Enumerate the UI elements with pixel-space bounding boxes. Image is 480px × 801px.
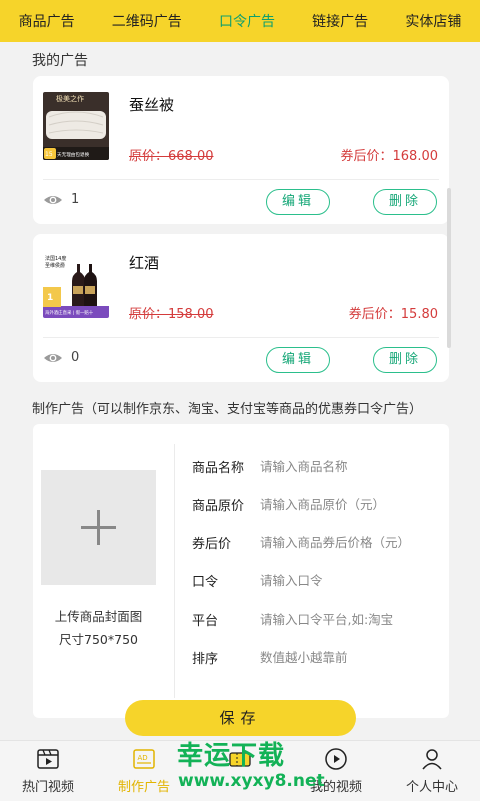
field-label: 商品名称 (192, 460, 245, 476)
field-sort-order: 排序 (192, 647, 440, 667)
tab-product-ads[interactable]: 商品广告 (17, 11, 77, 31)
field-product-name: 商品名称 (192, 456, 440, 476)
view-count: 0 (43, 350, 79, 365)
platform-input[interactable] (260, 611, 440, 627)
edit-button[interactable]: 编辑 (266, 189, 330, 215)
field-platform: 平台 (192, 609, 440, 629)
tab-qrcode-ads[interactable]: 二维码广告 (110, 11, 184, 31)
sort-order-input[interactable] (260, 649, 440, 665)
svg-text:AD: AD (138, 754, 148, 762)
my-ads-heading: 我的广告 (32, 53, 88, 69)
view-count-value: 1 (71, 192, 80, 207)
upload-label: 上传商品封面图 (54, 609, 143, 624)
after-coupon-price: 券后价：15.80 (348, 307, 438, 322)
divider (43, 337, 439, 338)
play-circle-icon (325, 748, 347, 770)
thumb-headline: 极美之作 (56, 94, 84, 103)
field-original-price: 商品原价 (192, 494, 440, 514)
product-name: 蚕丝被 (129, 96, 175, 114)
view-count-value: 0 (71, 350, 80, 365)
eye-icon (44, 353, 62, 362)
view-count: 1 (43, 192, 79, 207)
field-password: 口令 (192, 570, 440, 590)
form-divider (174, 444, 175, 698)
product-name: 红酒 (129, 254, 160, 272)
edit-button[interactable]: 编辑 (266, 347, 330, 373)
product-thumbnail-wine: 法国14度 圣维侯爵 1 海外酒庄直采 | 假一赔十 (43, 250, 109, 318)
tab-hot-videos[interactable]: 热门视频 (0, 741, 96, 801)
delete-button[interactable]: 删除 (373, 347, 437, 373)
original-price: 原价：668.00 (129, 149, 214, 164)
field-label: 口令 (192, 574, 219, 590)
film-icon (37, 749, 59, 769)
product-thumbnail-quilt: 极美之作 15 天无理由包退换 (43, 92, 109, 160)
password-input[interactable] (260, 572, 440, 588)
tab-link-ads[interactable]: 链接广告 (310, 11, 370, 31)
save-button[interactable]: 保存 (125, 700, 356, 736)
field-label: 平台 (192, 613, 219, 629)
tab-label: 个人中心 (405, 780, 458, 795)
tab-password-ads[interactable]: 口令广告 (217, 11, 277, 31)
field-coupon-price: 券后价 (192, 532, 440, 552)
tab-physical-store[interactable]: 实体店铺 (403, 11, 463, 31)
create-ad-heading: 制作广告（可以制作京东、淘宝、支付宝等商品的优惠券口令广告） (32, 402, 423, 417)
original-price: 原价：158.00 (129, 307, 214, 322)
original-price-input[interactable] (260, 496, 440, 512)
eye-icon (44, 195, 62, 204)
ad-card-silk-quilt[interactable]: 极美之作 15 天无理由包退换 蚕丝被 原价：668.00 券后价：168.00… (33, 76, 449, 224)
field-label: 券后价 (192, 536, 232, 552)
thumb-top-text: 法国14度 (45, 255, 66, 262)
after-coupon-price: 券后价：168.00 (340, 149, 439, 164)
thumb-badge-text: 天无理由包退换 (57, 151, 90, 158)
tab-label: 热门视频 (21, 780, 74, 795)
field-label: 排序 (192, 651, 219, 667)
tab-personal-center[interactable]: 个人中心 (384, 741, 480, 801)
thumb-bottom-text: 海外酒庄直采 | 假一赔十 (45, 309, 94, 316)
product-name-input[interactable] (260, 458, 440, 474)
top-tab-bar: 商品广告 二维码广告 口令广告 链接广告 实体店铺 (0, 0, 480, 42)
watermark-url: www.xyxy8.net (178, 771, 325, 791)
scrollbar[interactable] (447, 188, 451, 348)
ad-card-red-wine[interactable]: 法国14度 圣维侯爵 1 海外酒庄直采 | 假一赔十 红酒 原价：158.00 … (33, 234, 449, 382)
divider (43, 179, 439, 180)
watermark-logo: 幸运下载 www.xyxy8.net (172, 735, 325, 797)
ad-icon: AD (133, 749, 155, 769)
coupon-price-input[interactable] (260, 534, 440, 550)
delete-button[interactable]: 删除 (373, 189, 437, 215)
create-ad-form: 上传商品封面图 尺寸750*750 商品名称 商品原价 券后价 口令 平台 排序 (33, 424, 449, 718)
thumb-badge-num: 15 (45, 151, 53, 158)
watermark-title: 幸运下载 (177, 741, 286, 771)
upload-cover-button[interactable] (41, 470, 156, 585)
person-icon (422, 749, 442, 770)
thumb-num: 1 (47, 293, 53, 303)
thumb-top-text2: 圣维侯爵 (45, 262, 65, 269)
upload-size-hint: 尺寸750*750 (59, 632, 138, 647)
field-label: 商品原价 (192, 498, 245, 514)
